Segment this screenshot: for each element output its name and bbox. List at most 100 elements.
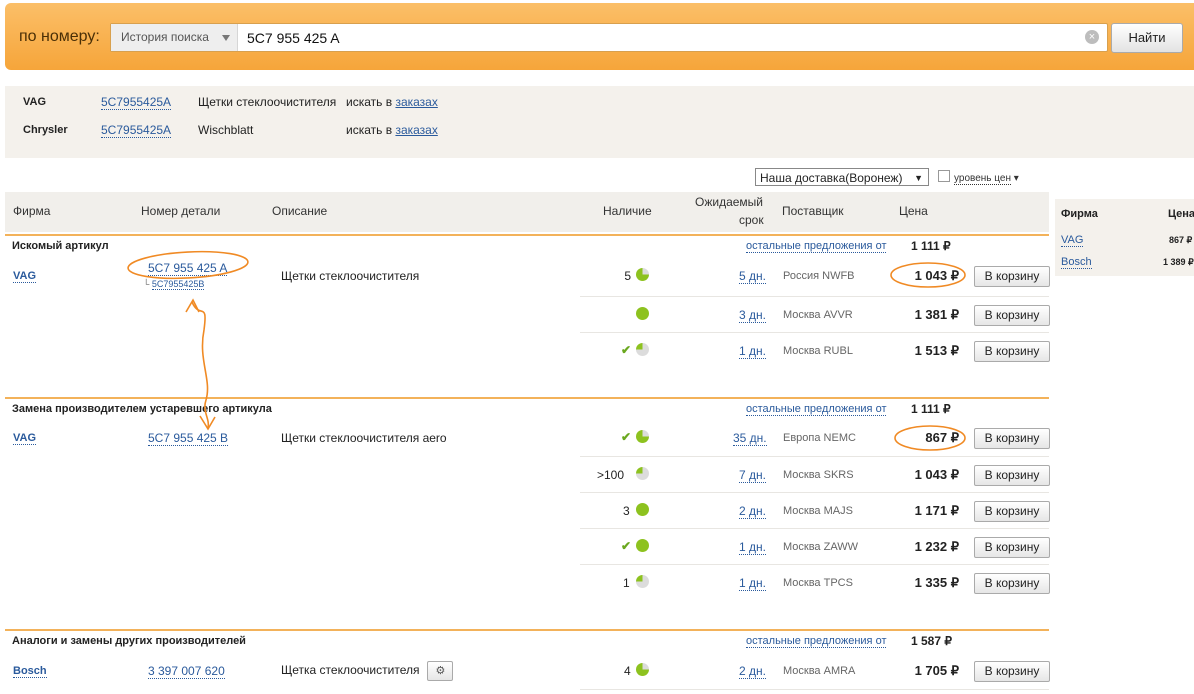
add-to-cart-button[interactable]: В корзину <box>974 428 1050 449</box>
delivery-days-link[interactable]: 2 дн. <box>739 664 766 679</box>
search-in-label: искать в <box>346 95 393 109</box>
stock-full-icon <box>636 503 649 516</box>
brand-part-link[interactable]: 5C7955425A <box>101 123 172 138</box>
gear-icon[interactable]: ⚙ <box>427 661 454 681</box>
search-in-orders: искать в заказах <box>346 123 438 137</box>
part-link[interactable]: 5C7 955 425 A <box>148 261 228 276</box>
supplier: Москва AVVR <box>783 309 853 321</box>
add-to-cart-button[interactable]: В корзину <box>974 573 1050 594</box>
stock-pie-icon <box>636 430 649 443</box>
add-to-cart-button[interactable]: В корзину <box>974 305 1050 326</box>
col-stock: Наличие <box>603 204 652 218</box>
supplier: Европа NEMC <box>783 432 856 444</box>
brand-name: Chrysler <box>23 124 68 136</box>
row-divider <box>580 689 1049 690</box>
firm-link[interactable]: VAG <box>13 432 37 445</box>
delivery-days-link[interactable]: 2 дн. <box>739 504 766 519</box>
price: 1 232 ₽ <box>914 539 959 554</box>
table-row: ✔ 1 дн. Москва RUBL 1 513 ₽ В корзину <box>580 332 1050 369</box>
supplier: Москва AMRA <box>783 665 856 677</box>
side-firm-link[interactable]: VAG <box>1061 234 1084 247</box>
table-row: >100 7 дн. Москва SKRS 1 043 ₽ В корзину <box>580 456 1050 493</box>
section-header: Аналоги и замены других производителей о… <box>5 629 1049 651</box>
related-part: └ 5C7955425B <box>143 279 205 290</box>
search-bar: по номеру: История поиска × Найти <box>5 3 1194 70</box>
delivery-days-link[interactable]: 1 дн. <box>739 576 766 591</box>
delivery-select[interactable]: Наша доставка(Воронеж) ▼ <box>755 168 929 186</box>
brand-row: Chrysler 5C7955425A Wischblatt искать в … <box>5 121 605 141</box>
clear-icon[interactable]: × <box>1085 30 1099 44</box>
firm-link[interactable]: Bosch <box>13 665 47 678</box>
price: 1 171 ₽ <box>914 503 959 518</box>
side-header-price: Цена <box>1168 208 1194 220</box>
other-offers-link[interactable]: остальные предложения от <box>746 403 887 416</box>
price: 1 705 ₽ <box>914 663 959 678</box>
stock-qty: 4 <box>624 664 631 678</box>
delivery-days-link[interactable]: 1 дн. <box>739 540 766 555</box>
min-price: 1 111 ₽ <box>911 239 951 253</box>
search-history-dropdown[interactable]: История поиска <box>111 24 238 51</box>
min-price: 1 111 ₽ <box>911 402 951 416</box>
price: 1 335 ₽ <box>914 575 959 590</box>
table-row: 1 1 дн. Москва TPCS 1 335 ₽ В корзину <box>580 564 1050 601</box>
side-firm-link[interactable]: Bosch <box>1061 256 1092 269</box>
col-expected-2: срок <box>739 213 764 227</box>
stock-pie-icon <box>636 343 649 356</box>
other-offers-link[interactable]: остальные предложения от <box>746 635 887 648</box>
search-in-label: искать в <box>346 123 393 137</box>
stock-full-icon <box>636 307 649 320</box>
add-to-cart-button[interactable]: В корзину <box>974 537 1050 558</box>
side-header-firm: Фирма <box>1061 208 1098 220</box>
search-box: История поиска × <box>110 23 1108 52</box>
other-offers-link[interactable]: остальные предложения от <box>746 240 887 253</box>
delivery-days-link[interactable]: 1 дн. <box>739 344 766 359</box>
add-to-cart-button[interactable]: В корзину <box>974 341 1050 362</box>
delivery-days-link[interactable]: 5 дн. <box>739 269 766 284</box>
delivery-days-link[interactable]: 35 дн. <box>733 431 767 446</box>
search-input[interactable] <box>245 26 1069 50</box>
stock-full-icon <box>636 539 649 552</box>
firm-link[interactable]: VAG <box>13 270 37 283</box>
search-label: по номеру: <box>19 28 100 45</box>
price: 1 043 ₽ <box>914 467 959 482</box>
add-to-cart-button[interactable]: В корзину <box>974 501 1050 522</box>
orders-link[interactable]: заказах <box>395 95 437 109</box>
price-level-label[interactable]: уровень цен <box>954 173 1011 185</box>
supplier: Москва ZAWW <box>783 541 859 553</box>
price-level-checkbox[interactable] <box>938 170 950 182</box>
stock-pie-icon <box>636 268 649 281</box>
supplier: Москва SKRS <box>783 469 854 481</box>
col-firm: Фирма <box>13 204 51 218</box>
stock-pie-icon <box>636 575 649 588</box>
brand-name: VAG <box>23 96 47 108</box>
section-title: Искомый артикул <box>12 240 109 252</box>
delivery-days-link[interactable]: 7 дн. <box>739 468 766 483</box>
table-row: VAG 5C7 955 425 A └ 5C7955425B Щетки сте… <box>5 258 1050 294</box>
price: 1 381 ₽ <box>914 307 959 322</box>
search-history-label: История поиска <box>121 30 209 44</box>
table-row: ✔ 1 дн. Москва ZAWW 1 232 ₽ В корзину <box>580 528 1050 565</box>
find-button[interactable]: Найти <box>1111 23 1183 53</box>
delivery-days-link[interactable]: 3 дн. <box>739 308 766 323</box>
add-to-cart-button[interactable]: В корзину <box>974 266 1050 287</box>
orders-link[interactable]: заказах <box>395 123 437 137</box>
check-icon: ✔ <box>621 430 632 444</box>
side-price-panel: Фирма Цена VAG 867 ₽ Bosch 1 389 ₽ <box>1055 199 1194 276</box>
brand-list: VAG 5C7955425A Щетки стеклоочистителя ис… <box>5 86 1194 158</box>
results-table-header: Фирма Номер детали Описание Наличие Ожид… <box>5 192 1049 232</box>
supplier: Москва TPCS <box>783 577 853 589</box>
part-description: Щетки стеклоочистителя <box>281 269 420 283</box>
table-row: 1 3 дн. Москва AVVR 1 381 ₽ В корзину <box>580 296 1050 333</box>
brand-part-link[interactable]: 5C7955425A <box>101 95 172 110</box>
part-link[interactable]: 5C7 955 425 B <box>148 431 229 446</box>
side-price: 867 ₽ <box>1169 235 1193 245</box>
add-to-cart-button[interactable]: В корзину <box>974 465 1050 486</box>
part-link[interactable]: 3 397 007 620 <box>148 664 225 679</box>
price: 867 ₽ <box>925 430 959 445</box>
add-to-cart-button[interactable]: В корзину <box>974 661 1050 682</box>
supplier: Россия NWFB <box>783 270 855 282</box>
price-level-toggle[interactable]: уровень цен ▾ <box>938 170 1019 185</box>
related-part-link[interactable]: 5C7955425B <box>151 279 205 290</box>
part-description: Щетки стеклоочистителя aero <box>281 431 447 445</box>
stock-pie-icon <box>636 663 649 676</box>
